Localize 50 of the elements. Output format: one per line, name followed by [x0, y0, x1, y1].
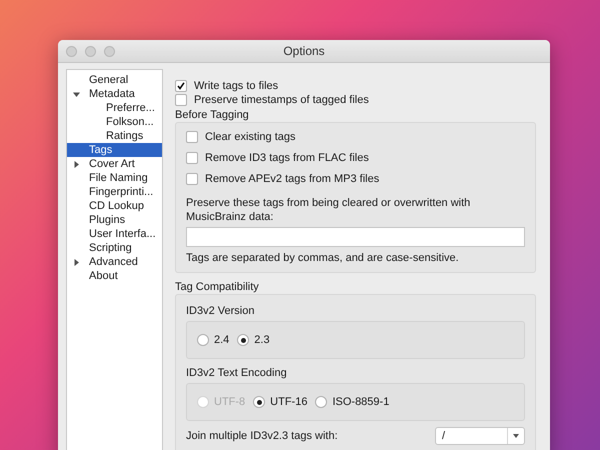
close-button[interactable]	[66, 46, 77, 56]
sidebar-item[interactable]: Scripting	[67, 241, 162, 255]
section-title: ID3v2 Version	[186, 304, 256, 319]
radio-option[interactable]: 2.3	[237, 334, 270, 346]
checkbox-option[interactable]: Remove ID3 tags from FLAC files	[186, 148, 525, 169]
radio-button[interactable]	[197, 334, 209, 346]
checkbox-option[interactable]: Preserve timestamps of tagged files	[175, 92, 536, 107]
sidebar-item[interactable]: Tags	[67, 143, 162, 157]
sidebar-item[interactable]: Preferre...	[67, 101, 162, 115]
expanded-arrow-icon[interactable]	[73, 90, 80, 98]
collapsed-arrow-icon[interactable]	[73, 160, 80, 168]
sidebar-item[interactable]: User Interfa...	[67, 227, 162, 241]
input-field[interactable]	[186, 226, 525, 247]
hint-text: Tags are separated by commas, and are case-sensitive.	[186, 250, 460, 266]
sidebar-item[interactable]: About	[67, 269, 162, 283]
sidebar-item[interactable]: CD Lookup	[67, 199, 162, 213]
checkbox[interactable]	[186, 152, 198, 164]
sidebar-item[interactable]: Folkson...	[67, 115, 162, 129]
checkbox-option[interactable]: Remove APEv2 tags from MP3 files	[186, 168, 525, 190]
radio-button[interactable]	[237, 334, 250, 346]
sidebar-item[interactable]: Advanced	[67, 255, 162, 269]
collapsed-arrow-icon[interactable]	[73, 258, 80, 266]
window-title: Options	[283, 44, 325, 58]
zoom-button[interactable]	[104, 46, 115, 56]
sidebar-item[interactable]: File Naming	[67, 171, 162, 185]
section-title: Before Tagging	[175, 108, 250, 122]
sidebar-item[interactable]: Ratings	[67, 129, 162, 143]
sidebar-item[interactable]: Cover Art	[67, 157, 162, 171]
radio-button[interactable]	[315, 396, 328, 408]
field-label: Preserve these tags from being cleared or overwritten with MusicBrainz data:	[186, 196, 472, 224]
radio-option[interactable]: ISO-8859-1	[315, 396, 390, 408]
sidebar-item[interactable]: Fingerprinti...	[67, 185, 162, 199]
checkbox[interactable]	[186, 131, 198, 144]
checkbox[interactable]	[186, 173, 198, 186]
checkbox[interactable]	[175, 80, 187, 92]
checkbox-option[interactable]: Clear existing tags	[186, 126, 525, 148]
radio-button[interactable]	[253, 396, 266, 408]
dropdown[interactable]: /	[435, 427, 525, 445]
checkbox-option[interactable]: Write tags to files	[175, 79, 536, 93]
sidebar-item[interactable]: Metadata	[67, 87, 162, 101]
radio-option[interactable]: UTF-16	[253, 396, 308, 408]
caret-icon	[513, 434, 519, 438]
sidebar-item[interactable]: Plugins	[67, 213, 162, 227]
field-label: Join multiple ID3v2.3 tags with:	[186, 430, 338, 442]
minimize-button[interactable]	[85, 46, 96, 56]
checkbox[interactable]	[175, 94, 187, 106]
sidebar-item[interactable]: General	[67, 73, 162, 87]
section-title: ID3v2 Text Encoding	[186, 366, 288, 381]
section-title: Tag Compatibility	[175, 280, 260, 294]
radio-option[interactable]: 2.4	[197, 334, 230, 346]
